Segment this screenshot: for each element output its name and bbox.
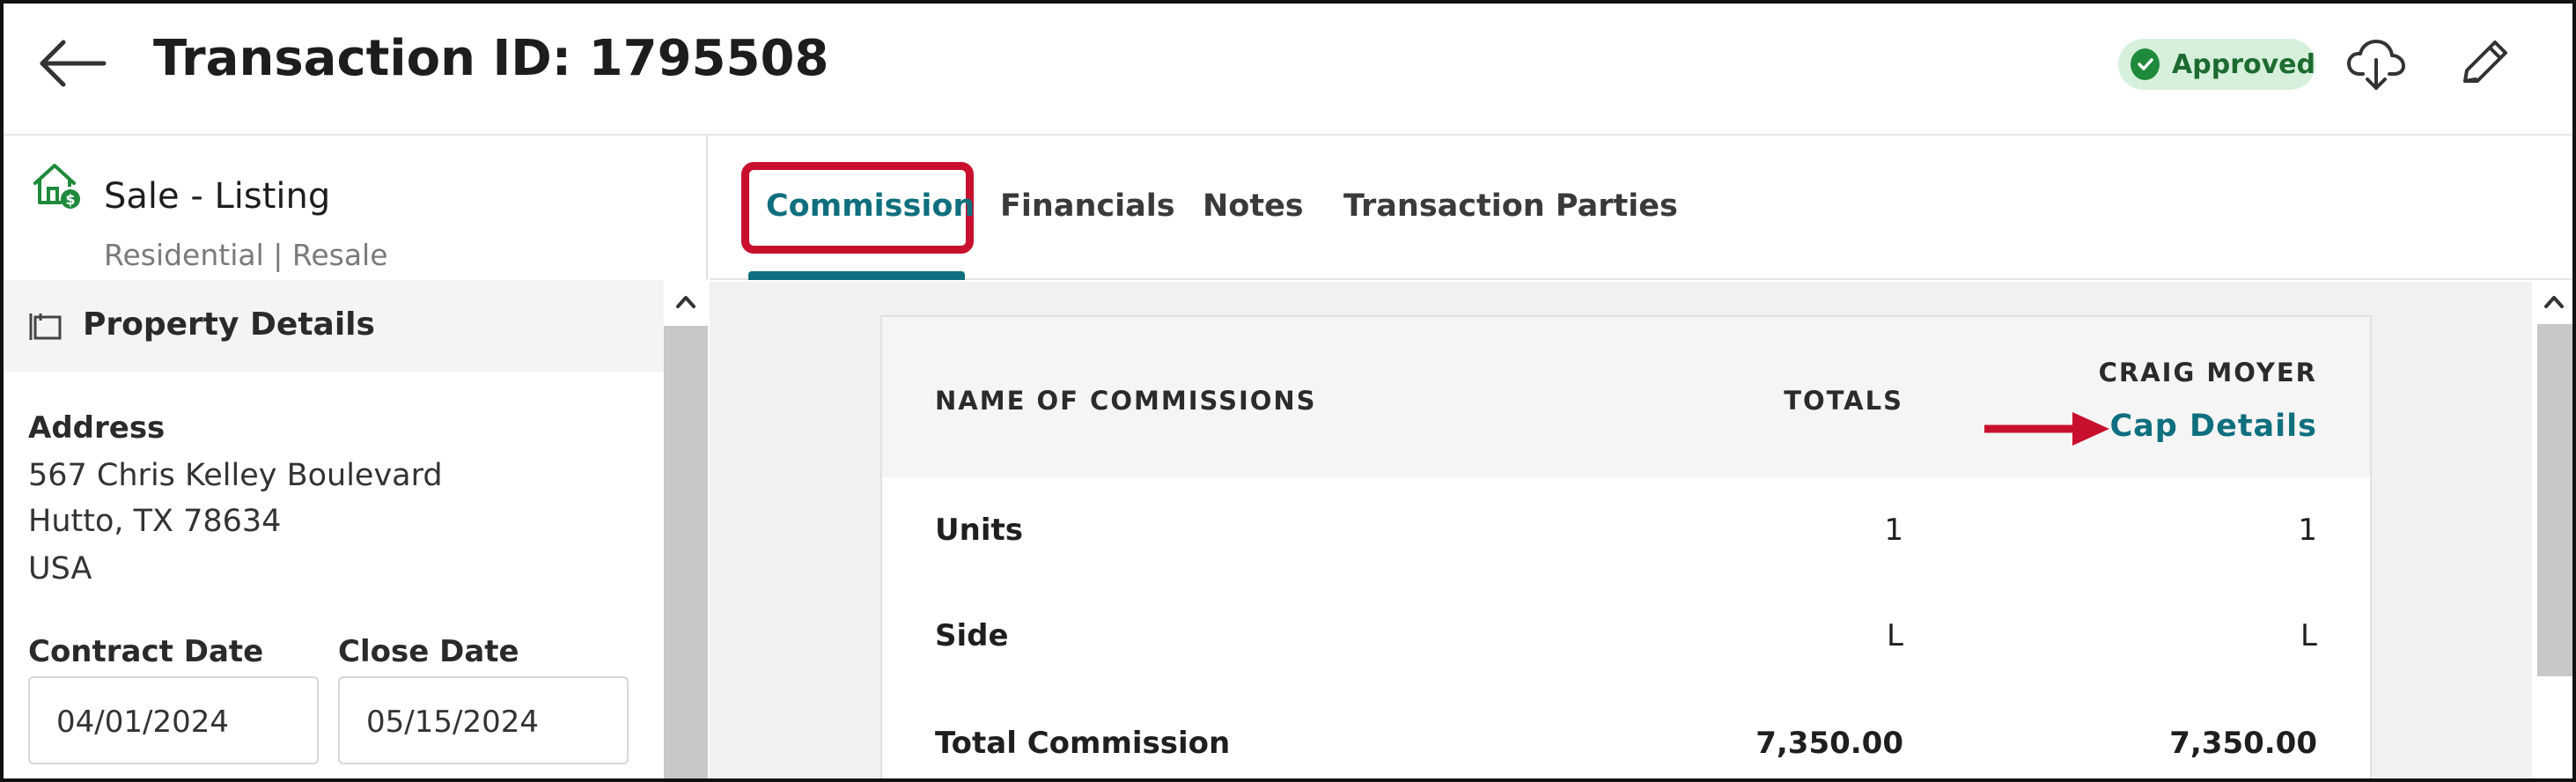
status-badge: Approved: [2118, 39, 2315, 90]
table-row: Total Commission 7,350.00 7,350.00: [882, 690, 2370, 778]
cap-details-link[interactable]: Cap Details: [2109, 409, 2317, 444]
house-dollar-icon: $: [33, 164, 80, 209]
page-header: Transaction ID: 1795508 Approved: [4, 4, 2572, 136]
property-details-header[interactable]: Property Details: [4, 280, 664, 372]
row-agent-value: 7,350.00: [2169, 726, 2317, 761]
close-date-label: Close Date: [338, 634, 519, 669]
building-icon: [29, 314, 62, 340]
column-header-totals: TOTALS: [1784, 386, 1903, 416]
listing-type: Sale - Listing: [104, 176, 331, 217]
page-title: Transaction ID: 1795508: [153, 30, 829, 87]
listing-summary: $ Sale - Listing Residential | Resale: [28, 157, 697, 272]
arrow-left-icon: [40, 40, 107, 87]
download-button[interactable]: [2345, 35, 2407, 93]
pencil-icon: [2463, 41, 2507, 83]
back-button[interactable]: [37, 37, 107, 90]
column-header-name: NAME OF COMMISSIONS: [935, 386, 1317, 416]
close-date-field[interactable]: 05/15/2024: [338, 676, 629, 764]
property-details-title: Property Details: [83, 306, 375, 343]
cloud-download-icon: [2347, 40, 2405, 90]
contract-date-field[interactable]: 04/01/2024: [28, 676, 319, 764]
address-line-1: 567 Chris Kelley Boulevard: [28, 458, 443, 493]
commission-content: NAME OF COMMISSIONS TOTALS CRAIG MOYER C…: [710, 282, 2532, 778]
row-agent-value: L: [2300, 618, 2317, 653]
left-scrollbar[interactable]: [664, 280, 708, 778]
close-date-value: 05/15/2024: [366, 705, 539, 740]
row-name: Side: [935, 618, 1009, 653]
listing-subtype: Residential | Resale: [104, 238, 388, 272]
row-total: 7,350.00: [1755, 726, 1903, 761]
address-line-2: Hutto, TX 78634: [28, 504, 282, 539]
row-name: Total Commission: [935, 726, 1231, 761]
active-tab-indicator: [748, 271, 965, 280]
edit-button[interactable]: [2455, 37, 2513, 92]
chevron-up-icon[interactable]: [2541, 289, 2567, 315]
left-panel: $ Sale - Listing Residential | Resale Pr…: [4, 136, 708, 778]
table-row: Units 1 1: [882, 477, 2370, 583]
tab-commission[interactable]: Commission: [766, 188, 975, 224]
contract-date-label: Contract Date: [28, 634, 264, 669]
table-header: NAME OF COMMISSIONS TOTALS CRAIG MOYER C…: [882, 317, 2370, 477]
arrow-right-icon: [1984, 412, 2109, 446]
address-line-3: USA: [28, 551, 92, 586]
row-agent-value: 1: [2298, 513, 2317, 548]
right-scrollbar-thumb[interactable]: [2537, 324, 2572, 676]
tab-bar: Commission Financials Notes Transaction …: [710, 136, 2572, 280]
chevron-up-icon[interactable]: [673, 289, 699, 315]
commission-table: NAME OF COMMISSIONS TOTALS CRAIG MOYER C…: [880, 315, 2372, 778]
tab-notes[interactable]: Notes: [1203, 188, 1304, 224]
contract-date-value: 04/01/2024: [56, 705, 229, 740]
row-total: 1: [1884, 513, 1903, 548]
app-window: Transaction ID: 1795508 Approved $ Sale …: [0, 0, 2576, 782]
right-scrollbar[interactable]: [2532, 282, 2572, 778]
table-row: Side L L: [882, 583, 2370, 689]
status-label: Approved: [2172, 48, 2315, 80]
left-scrollbar-thumb[interactable]: [664, 326, 708, 778]
row-name: Units: [935, 513, 1023, 548]
column-header-agent: CRAIG MOYER: [2098, 358, 2317, 387]
tab-financials[interactable]: Financials: [1000, 188, 1175, 224]
check-icon: [2131, 48, 2160, 80]
address-label: Address: [28, 410, 166, 446]
tab-transaction-parties[interactable]: Transaction Parties: [1343, 188, 1678, 224]
row-total: L: [1887, 618, 1903, 653]
svg-text:$: $: [65, 191, 75, 208]
